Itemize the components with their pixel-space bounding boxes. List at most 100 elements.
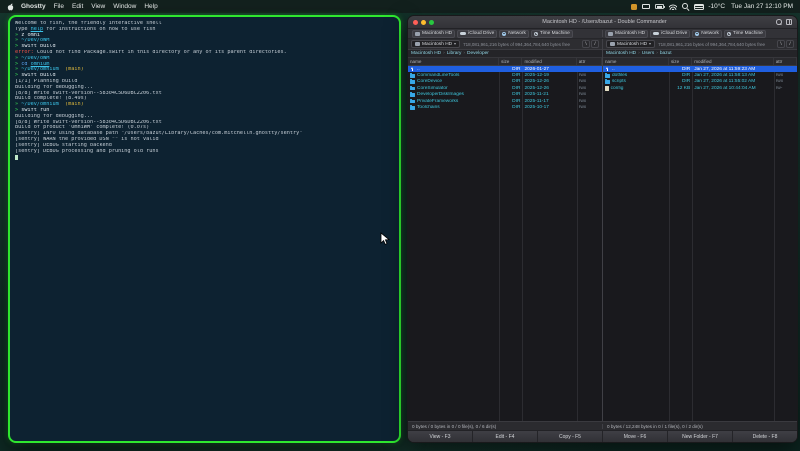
fkey-new-folder-f7[interactable]: New Folder - F7 — [668, 431, 733, 442]
toolbar-button-time-machine[interactable]: Time Machine — [531, 30, 573, 38]
fkey-move-f6[interactable]: Move - F6 — [603, 431, 668, 442]
left-file-list[interactable]: ..DIR2026-01-27CommandLineToolsDIR2025-1… — [408, 66, 602, 421]
menu-window[interactable]: Window — [113, 3, 136, 10]
file-row[interactable]: ..DIR2026-01-27 — [408, 66, 602, 72]
file-row[interactable]: ..DIRJan 27, 2026 at 11:59:23 AM — [603, 66, 797, 72]
column-header-modified[interactable]: modified — [522, 58, 576, 65]
menu-view[interactable]: View — [91, 3, 105, 10]
display-icon[interactable] — [642, 4, 650, 9]
folder-icon — [410, 100, 415, 104]
menu-bar-clock[interactable]: Tue Jan 27 12:10 PM — [731, 3, 793, 10]
left-drive-selector[interactable]: Macintosh HD — [411, 40, 460, 48]
fkey-view-f3[interactable]: View - F3 — [408, 431, 473, 442]
folder-icon — [410, 87, 415, 91]
breadcrumb-segment[interactable]: bazut — [660, 51, 672, 56]
column-header-attr[interactable]: attr — [774, 58, 797, 65]
file-row[interactable]: scriptsDIRJan 27, 2026 at 11:55:02 AMrwx — [603, 79, 797, 85]
wifi-icon[interactable] — [669, 4, 677, 10]
breadcrumb-segment[interactable]: Macintosh HD — [411, 51, 441, 56]
close-button[interactable] — [413, 20, 418, 25]
toolbar-button-macintosh-hd[interactable]: Macintosh HD — [412, 30, 455, 38]
drive-icon — [608, 32, 613, 36]
folder-icon — [410, 93, 415, 97]
terminal-window[interactable]: Welcome to fish, the friendly interactiv… — [8, 15, 401, 443]
toolbar-button-icloud-drive[interactable]: iCloud Drive — [457, 30, 497, 38]
drive-icon — [415, 32, 420, 36]
battery-icon[interactable] — [655, 4, 664, 9]
clock-icon — [534, 32, 538, 36]
column-header-modified[interactable]: modified — [692, 58, 773, 65]
breadcrumb-segment[interactable]: Developer — [467, 51, 489, 56]
left-column-headers: namesizemodifiedattr — [408, 58, 602, 66]
fkey-delete-f8[interactable]: Delete - F8 — [733, 431, 797, 442]
toolbar-button-network[interactable]: Network — [499, 30, 529, 38]
right-root-buttons: \/ — [777, 40, 794, 48]
file-icon — [605, 86, 609, 91]
root-button[interactable]: / — [591, 40, 599, 48]
file-manager-window[interactable]: Macintosh HD - /Users/bazut - Double Com… — [407, 15, 798, 443]
fkey-edit-f4[interactable]: Edit - F4 — [473, 431, 538, 442]
menu-help[interactable]: Help — [144, 3, 157, 10]
file-row[interactable]: config12 KBJan 27, 2026 at 10:44:04 AMrw… — [603, 85, 797, 91]
file-row[interactable]: dotfilesDIRJan 27, 2026 at 11:58:13 AMrw… — [603, 72, 797, 78]
left-pane-status: 0 bytes / 0 bytes in 0 / 0 file(s), 0 / … — [408, 424, 602, 429]
file-row[interactable]: PrivateFrameworksDIR2025-11-17rwx — [408, 98, 602, 104]
column-divider — [577, 66, 578, 421]
toolbar-button-time-machine[interactable]: Time Machine — [724, 30, 766, 38]
search-icon[interactable] — [682, 3, 689, 10]
titlebar-columns-icon[interactable] — [786, 19, 792, 25]
control-center-icon[interactable] — [694, 4, 702, 10]
chevron-down-icon — [454, 43, 456, 45]
right-drive-row: Macintosh HD 718,081,961,216 bytes of 99… — [603, 39, 797, 50]
file-row[interactable]: CommandLineToolsDIR2025-12-19rwx — [408, 72, 602, 78]
right-drive-selector[interactable]: Macintosh HD — [606, 40, 655, 48]
file-row[interactable]: CoreSimulatorDIR2025-12-26rwx — [408, 85, 602, 91]
file-row[interactable]: ToolchainsDIR2025-10-17rwx — [408, 104, 602, 110]
folder-icon — [605, 80, 610, 84]
toolbar-left: Macintosh HDiCloud DriveNetworkTime Mach… — [410, 30, 602, 37]
temperature-readout[interactable]: -10°C — [708, 3, 725, 10]
column-header-size[interactable]: size — [499, 58, 522, 65]
drive-toolbar: Macintosh HDiCloud DriveNetworkTime Mach… — [408, 29, 797, 39]
column-divider — [499, 66, 500, 421]
left-drive-row: Macintosh HD 718,081,961,216 bytes of 99… — [408, 39, 602, 50]
column-header-attr[interactable]: attr — [577, 58, 602, 65]
network-icon — [695, 32, 699, 36]
menu-edit[interactable]: Edit — [72, 3, 83, 10]
breadcrumb-segment[interactable]: Macintosh HD — [606, 51, 636, 56]
cloud-icon — [653, 32, 659, 36]
minimize-button[interactable] — [421, 20, 426, 25]
toolbar-button-network[interactable]: Network — [692, 30, 722, 38]
file-row[interactable]: DeveloperDiskImagesDIR2025-11-21rwx — [408, 92, 602, 98]
up-icon — [605, 67, 610, 72]
menu-file[interactable]: File — [54, 3, 64, 10]
column-header-name[interactable]: name — [603, 58, 669, 65]
toolbar-button-icloud-drive[interactable]: iCloud Drive — [650, 30, 690, 38]
fkey-copy-f5[interactable]: Copy - F5 — [538, 431, 603, 442]
up-icon — [410, 67, 415, 72]
app-menu-ghostty[interactable]: Ghostty — [21, 3, 46, 10]
column-header-size[interactable]: size — [669, 58, 692, 65]
left-free-space: 718,081,961,216 bytes of 994,364,784,640… — [463, 42, 579, 47]
file-manager-titlebar[interactable]: Macintosh HD - /Users/bazut - Double Com… — [408, 16, 797, 29]
breadcrumb-segment[interactable]: Library — [447, 51, 462, 56]
window-title: Macintosh HD - /Users/bazut - Double Com… — [437, 19, 772, 25]
breadcrumb-separator: › — [443, 51, 445, 56]
right-file-list[interactable]: ..DIRJan 27, 2026 at 11:59:23 AMdotfiles… — [603, 66, 797, 421]
breadcrumb-segment[interactable]: Users — [642, 51, 655, 56]
toolbar-button-macintosh-hd[interactable]: Macintosh HD — [605, 30, 648, 38]
file-row[interactable]: CoreDeviceDIR2025-12-26rwx — [408, 79, 602, 85]
root-button[interactable]: \ — [777, 40, 785, 48]
terminal-line — [15, 154, 394, 160]
titlebar-icons — [776, 19, 792, 25]
toolbar-right: Macintosh HDiCloud DriveNetworkTime Mach… — [602, 30, 795, 37]
zoom-button[interactable] — [429, 20, 434, 25]
root-button[interactable]: \ — [582, 40, 590, 48]
root-button[interactable]: / — [786, 40, 794, 48]
titlebar-search-icon[interactable] — [776, 19, 782, 25]
column-header-name[interactable]: name — [408, 58, 499, 65]
apple-menu-icon[interactable] — [7, 3, 14, 11]
menubar-app-icon[interactable] — [631, 4, 637, 10]
clock-icon — [727, 32, 731, 36]
status-bar: 0 bytes / 0 bytes in 0 / 0 file(s), 0 / … — [408, 421, 797, 430]
